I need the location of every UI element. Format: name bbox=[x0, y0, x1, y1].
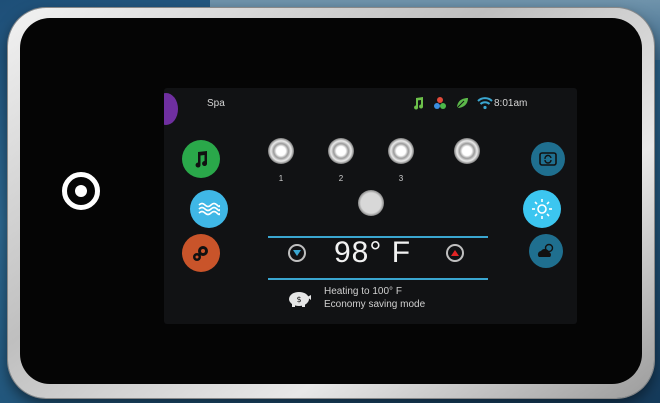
status-bar bbox=[411, 94, 493, 112]
jet-button-3[interactable] bbox=[388, 138, 414, 164]
wifi-icon bbox=[477, 97, 493, 110]
sun-icon bbox=[532, 199, 552, 219]
jet-button-1[interactable] bbox=[268, 138, 294, 164]
music-note-icon bbox=[195, 151, 208, 168]
jet-label: 2 bbox=[338, 174, 344, 183]
temp-down-button[interactable] bbox=[288, 244, 306, 262]
jet-button-2[interactable] bbox=[328, 138, 354, 164]
gears-icon bbox=[193, 246, 208, 261]
menu-tab[interactable] bbox=[164, 93, 178, 125]
weather-button[interactable] bbox=[529, 234, 563, 268]
music-note-icon bbox=[414, 97, 424, 110]
arrow-down-icon bbox=[293, 250, 301, 256]
temperature-display: 98° F bbox=[334, 236, 412, 269]
status-message-heating: Heating to 100° F bbox=[324, 286, 402, 297]
cycle-icon bbox=[539, 152, 557, 166]
piggy-bank-icon: $ bbox=[289, 292, 311, 307]
cloud-sun-icon bbox=[537, 243, 554, 257]
cycle-button[interactable] bbox=[531, 142, 565, 176]
status-message-economy: Economy saving mode bbox=[324, 299, 426, 310]
svg-text:$: $ bbox=[296, 295, 301, 304]
home-button-dot bbox=[75, 185, 87, 197]
touch-screen: Spa 8:01am 1 2 3 98° F $ Heating to 100°… bbox=[164, 88, 577, 324]
jet-label: 3 bbox=[398, 174, 404, 183]
home-button[interactable] bbox=[62, 172, 100, 210]
music-button[interactable] bbox=[182, 140, 220, 178]
cluster-icon bbox=[434, 97, 446, 109]
jet-button-4[interactable] bbox=[454, 138, 480, 164]
divider-bottom bbox=[268, 278, 488, 280]
mode-label: Spa bbox=[207, 98, 225, 109]
jet-label: 1 bbox=[278, 174, 284, 183]
temp-up-button[interactable] bbox=[446, 244, 464, 262]
blower-button[interactable] bbox=[358, 190, 384, 216]
leaf-icon bbox=[456, 98, 468, 109]
clock: 8:01am bbox=[494, 98, 528, 109]
light-button[interactable] bbox=[523, 190, 561, 228]
water-button[interactable] bbox=[190, 190, 228, 228]
settings-button[interactable] bbox=[182, 234, 220, 272]
arrow-up-icon bbox=[451, 250, 459, 256]
water-waves-icon bbox=[198, 202, 220, 216]
